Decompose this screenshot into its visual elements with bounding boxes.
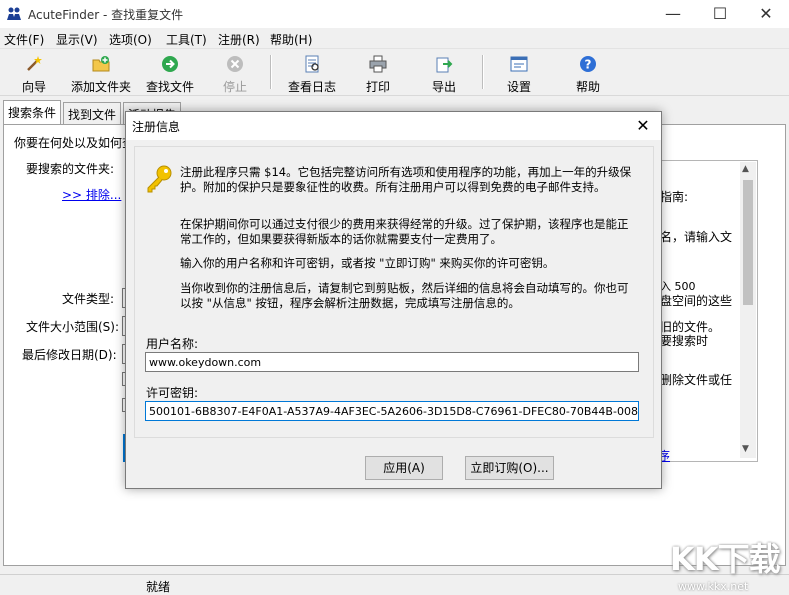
guide-line: 指南: (660, 190, 689, 204)
dialog-paragraph-2: 在保护期间你可以通过支付很少的费用来获得经常的升级。过了保护期，该程序也是能正常… (180, 217, 629, 246)
license-key-label: 许可密钥: (146, 386, 199, 400)
tab-search-criteria[interactable]: 搜索条件 (3, 100, 62, 126)
menu-view[interactable]: 显示(V) (56, 31, 98, 48)
guide-line: 名，请输入文 (660, 230, 733, 244)
stop-icon (227, 56, 243, 72)
dialog-title: 注册信息 (132, 120, 181, 134)
print-button[interactable]: 打印 (356, 51, 400, 95)
view-log-button[interactable]: 查看日志 (284, 51, 340, 95)
scroll-down-icon[interactable]: ▼ (742, 444, 749, 454)
find-files-button[interactable]: 查找文件 (140, 51, 200, 95)
apply-button[interactable]: 应用(A) (365, 456, 443, 480)
magic-wand-icon (27, 56, 42, 71)
file-types-label: 文件类型: (62, 292, 115, 306)
menu-file[interactable]: 文件(F) (4, 31, 44, 48)
close-button[interactable]: ✕ (743, 0, 789, 28)
exclude-link[interactable]: >> 排除... (62, 186, 121, 203)
license-key-field[interactable]: 500101-6B8307-E4F0A1-A537A9-4AF3EC-5A260… (145, 401, 639, 421)
go-arrow-icon (162, 56, 178, 72)
size-range-label: 文件大小范围(S): (26, 320, 120, 334)
help-icon: ? (580, 56, 596, 72)
help-button[interactable]: ? 帮助 (566, 51, 610, 95)
export-icon (436, 57, 453, 73)
order-now-button[interactable]: 立即订购(O)... (465, 456, 554, 480)
search-folders-label: 要搜索的文件夹: (26, 162, 115, 176)
guide-line: 盘空间的这些 (660, 294, 733, 308)
tab-found-files[interactable]: 找到文件 (63, 102, 122, 126)
menu-bar: 文件(F) 显示(V) 选项(O) 工具(T) 注册(R) 帮助(H) (0, 28, 789, 48)
dialog-paragraph-3: 输入你的用户名称和许可密钥，或者按 "立即订购" 来购买你的许可密钥。 (180, 256, 555, 270)
scrollbar-thumb[interactable] (743, 180, 753, 305)
watermark-logo: KK下载 (670, 540, 781, 578)
log-icon (305, 55, 319, 73)
app-icon (7, 7, 21, 20)
add-folder-button[interactable]: 添加文件夹 (68, 51, 134, 95)
folder-add-icon (92, 56, 110, 72)
menu-register[interactable]: 注册(R) (218, 31, 260, 48)
menu-tools[interactable]: 工具(T) (166, 31, 207, 48)
stop-button[interactable]: 停止 (212, 51, 258, 95)
menu-options[interactable]: 选项(O) (109, 31, 152, 48)
guide-line: 要搜索时 (660, 334, 709, 348)
dialog-paragraph-1: 注册此程序只需 $14。它包括完整访问所有选项和使用程序的功能，再加上一年的升级… (180, 165, 632, 194)
watermark-url: www.kkx.net (678, 580, 749, 593)
guide-scrollbar[interactable]: ▼ ▲ (740, 162, 756, 458)
maximize-button[interactable]: ☐ (697, 0, 743, 28)
toolbar-separator (482, 55, 484, 89)
registration-dialog: 注册信息 ✕ 注册此程序只需 $14。它包括完整访问所有选项和使用程序的功能，再… (125, 111, 662, 489)
guide-line: 删除文件或任 (660, 373, 733, 387)
menu-help[interactable]: 帮助(H) (270, 31, 312, 48)
dialog-title-bar: 注册信息 ✕ (126, 112, 661, 140)
status-text: 就绪 (146, 580, 171, 594)
settings-button[interactable]: 设置 (496, 51, 542, 95)
minimize-button[interactable]: — (650, 0, 696, 28)
dialog-close-button[interactable]: ✕ (626, 112, 660, 140)
svg-text:?: ? (585, 58, 592, 72)
window-title: AcuteFinder - 查找重复文件 (28, 8, 184, 22)
toolbar: 向导 添加文件夹 查找文件 停止 查看日志 打印 导出 设置 ? 帮助 (0, 48, 789, 96)
wizard-button[interactable]: 向导 (8, 51, 60, 95)
scroll-up-icon[interactable]: ▲ (742, 164, 749, 174)
modified-date-label: 最后修改日期(D): (22, 348, 117, 362)
title-bar: AcuteFinder - 查找重复文件 — ☐ ✕ (0, 0, 789, 28)
username-label: 用户名称: (146, 337, 199, 351)
toolbar-separator (270, 55, 272, 89)
export-button[interactable]: 导出 (422, 51, 466, 95)
dialog-paragraph-4: 当你收到你的注册信息后，请复制它到剪贴板，然后详细的信息将会自动填写的。你也可以… (180, 281, 629, 310)
username-field[interactable]: www.okeydown.com (145, 352, 639, 372)
printer-icon (369, 55, 387, 73)
key-icon (147, 165, 172, 193)
settings-window-icon (510, 56, 528, 72)
